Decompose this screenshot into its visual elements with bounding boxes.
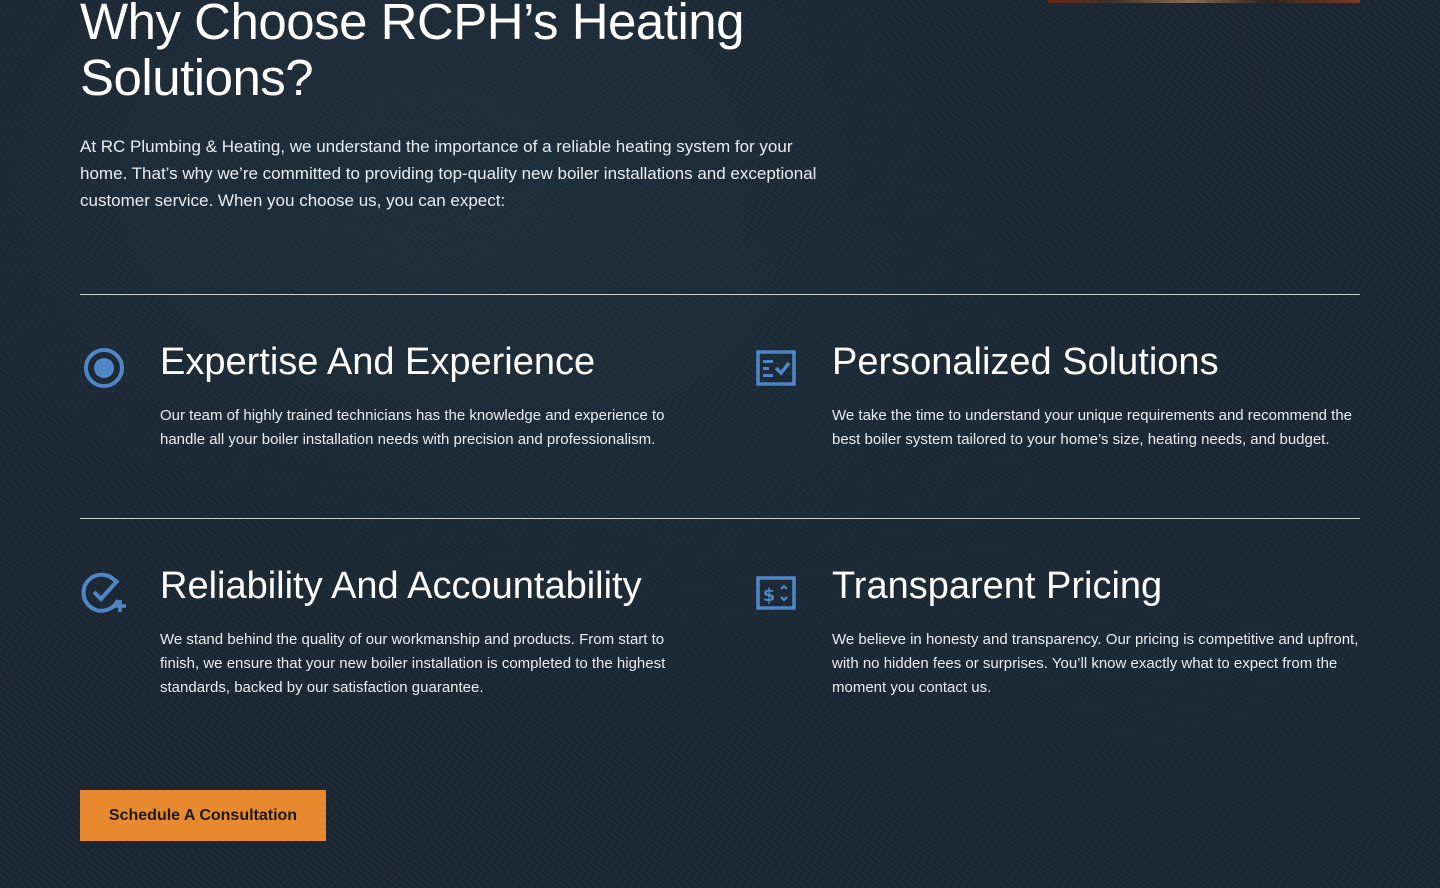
section-intro: At RC Plumbing & Heating, we understand … (80, 137, 817, 210)
checklist-icon (752, 344, 800, 392)
feature-description: We believe in honesty and transparency. … (832, 631, 1359, 696)
feature-title: Reliability And Accountability (160, 565, 642, 607)
feature-title: Transparent Pricing (832, 565, 1163, 607)
pricing-icon: $ (752, 568, 800, 616)
header-image-edge (1048, 0, 1360, 3)
feature-title: Expertise And Experience (160, 341, 596, 383)
feature-description: We stand behind the quality of our workm… (160, 631, 666, 696)
svg-text:$: $ (763, 585, 776, 606)
schedule-consultation-button[interactable]: Schedule A Consultation (80, 790, 326, 841)
feature-description: We take the time to understand your uniq… (832, 407, 1353, 448)
feature-description: Our team of highly trained technicians h… (160, 407, 665, 448)
check-plus-icon (80, 568, 128, 616)
divider-top (80, 294, 1360, 295)
feature-title: Personalized Solutions (832, 341, 1219, 383)
target-icon (80, 344, 128, 392)
section-heading: Why Choose RCPH’s Heating Solutions? (80, 0, 745, 106)
divider-middle (80, 518, 1360, 519)
